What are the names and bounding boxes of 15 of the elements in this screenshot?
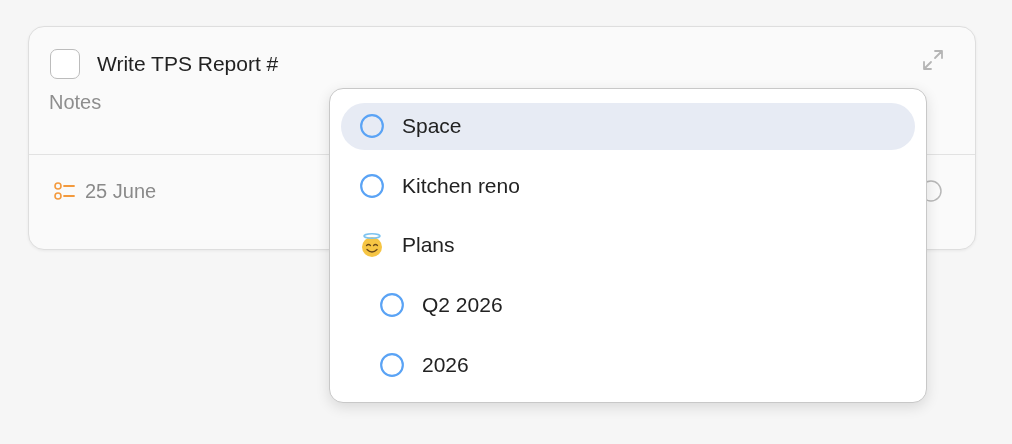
smiley-icon [359,232,385,259]
task-checkbox[interactable] [50,49,80,79]
circle-icon [359,172,385,199]
circle-icon [359,113,385,140]
circle-icon [379,292,405,319]
menu-item[interactable]: Plans [341,222,915,269]
task-title: Write TPS Report # [97,52,279,76]
menu-item[interactable]: Kitchen reno [341,162,915,210]
checklist-icon [53,179,77,203]
menu-item[interactable]: Space [341,103,915,150]
circle-icon [379,351,405,378]
due-date: 25 June [85,179,157,203]
menu-item[interactable]: Q2 2026 [341,281,915,329]
menu-item[interactable]: 2026 [341,341,915,388]
expand-icon[interactable] [921,48,945,72]
